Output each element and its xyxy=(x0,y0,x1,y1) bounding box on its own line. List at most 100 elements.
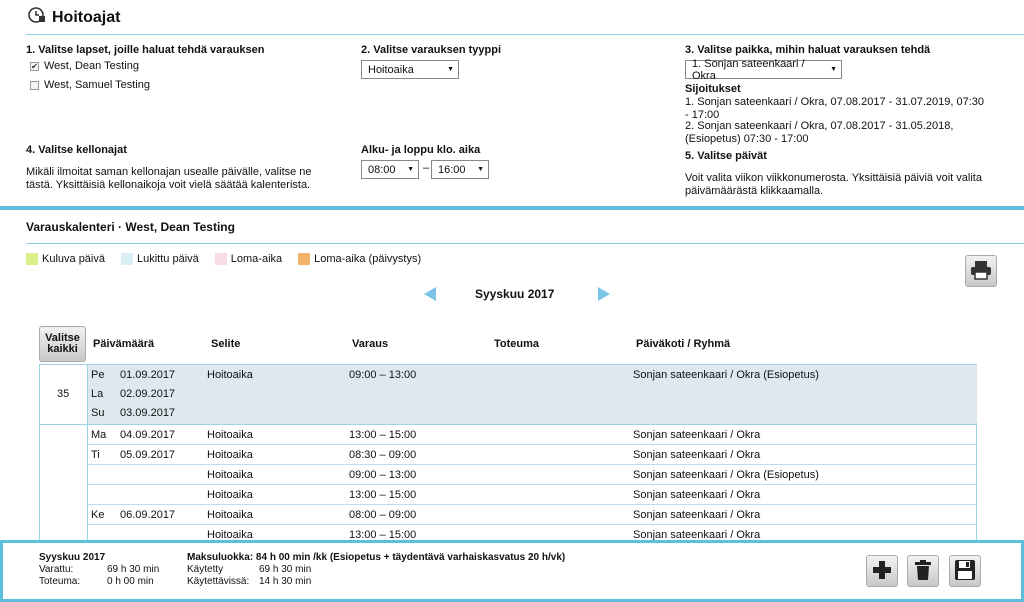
place-label: 3. Valitse paikka, mihin haluat varaukse… xyxy=(685,44,931,56)
unit-cell: Sonjan sateenkaari / Okra xyxy=(633,488,761,501)
reservation-type-select[interactable]: Hoitoaika ▼ xyxy=(361,60,459,79)
child-checkbox[interactable] xyxy=(30,80,39,90)
placements-title: Sijoitukset xyxy=(685,83,741,95)
summary-footer: Syyskuu 2017 Varattu: 69 h 30 min Toteum… xyxy=(0,540,1024,602)
child-name: West, Samuel Testing xyxy=(44,79,150,91)
end-time-value: 16:00 xyxy=(438,163,466,176)
place-value: 1. Sonjan sateenkaari / Okra xyxy=(692,57,805,82)
date-cell[interactable]: 04.09.2017 xyxy=(120,429,175,441)
fee-class: Maksuluokka: 84 h 00 min /kk (Esiopetus … xyxy=(187,552,566,563)
chevron-down-icon: ▼ xyxy=(447,66,454,73)
page-header: Hoitoajat xyxy=(28,6,120,29)
date-cell[interactable]: 03.09.2017 xyxy=(120,407,175,419)
time-cell[interactable]: 09:00 – 13:00 xyxy=(349,469,416,481)
header-divider xyxy=(26,34,1024,35)
unit-cell: Sonjan sateenkaari / Okra xyxy=(633,448,761,461)
type-cell: Hoitoaika xyxy=(207,428,253,441)
table-row[interactable]: Su 03.09.2017 xyxy=(88,403,977,423)
available-value: 14 h 30 min xyxy=(259,576,312,587)
table-row[interactable]: Ke 06.09.2017 Hoitoaika 08:00 – 09:00 So… xyxy=(88,505,977,525)
table-row[interactable]: Ti 05.09.2017 Hoitoaika 08:30 – 09:00 So… xyxy=(88,445,977,465)
time-range-label: Alku- ja loppu klo. aika xyxy=(361,144,481,156)
delete-button[interactable] xyxy=(907,555,939,587)
time-cell[interactable]: 09:00 – 13:00 xyxy=(349,369,416,381)
table-row[interactable]: Hoitoaika 09:00 – 13:00 Sonjan sateenkaa… xyxy=(88,465,977,485)
end-time-select[interactable]: 16:00 ▼ xyxy=(431,160,489,179)
child-checkbox-row[interactable]: West, Samuel Testing xyxy=(30,79,150,91)
child-checkbox[interactable]: ✔ xyxy=(30,61,39,71)
type-cell: Hoitoaika xyxy=(207,369,253,381)
time-cell[interactable]: 08:00 – 09:00 xyxy=(349,509,416,521)
col-unit: Päiväkoti / Ryhmä xyxy=(636,338,731,350)
legend-swatch xyxy=(298,253,311,265)
days-label: 5. Valitse päivät xyxy=(685,150,767,162)
month-label: Syyskuu 2017 xyxy=(475,287,555,301)
printer-icon xyxy=(970,260,992,283)
unit-cell: Sonjan sateenkaari / Okra xyxy=(633,428,761,441)
date-cell[interactable]: 02.09.2017 xyxy=(120,388,175,400)
legend-label: Kuluva päivä xyxy=(42,253,105,265)
section-separator xyxy=(0,206,1024,210)
col-description: Selite xyxy=(211,338,241,350)
reservation-type-label: 2. Valitse varauksen tyyppi xyxy=(361,44,502,56)
child-checkbox-row[interactable]: ✔ West, Dean Testing xyxy=(30,60,139,72)
legend-swatch xyxy=(121,253,133,265)
select-all-button[interactable]: Valitse kaikki xyxy=(39,326,86,362)
type-cell: Hoitoaika xyxy=(207,508,253,521)
placement-2: 2. Sonjan sateenkaari / Okra, 07.08.2017… xyxy=(685,120,954,145)
legend-label: Loma-aika xyxy=(230,253,283,265)
unit-cell: Sonjan sateenkaari / Okra (Esiopetus) xyxy=(633,369,819,381)
day-name: Ma xyxy=(91,428,107,441)
table-row[interactable]: Hoitoaika 13:00 – 15:00 Sonjan sateenkaa… xyxy=(88,485,977,505)
col-date: Päivämäärä xyxy=(93,338,155,350)
day-name: Ke xyxy=(91,508,105,521)
place-select[interactable]: 1. Sonjan sateenkaari / Okra ▼ xyxy=(685,57,842,82)
col-realized: Toteuma xyxy=(494,338,540,350)
unit-cell: Sonjan sateenkaari / Okra xyxy=(633,508,761,521)
unit-cell: Sonjan sateenkaari / Okra (Esiopetus) xyxy=(633,468,819,481)
available-label: Käytettävissä: xyxy=(187,576,250,587)
times-help: Mikäli ilmoitat saman kellonajan usealle… xyxy=(26,166,312,191)
placement-1: 1. Sonjan sateenkaari / Okra, 07.08.2017… xyxy=(685,96,985,121)
chevron-down-icon: ▼ xyxy=(477,166,484,173)
print-button[interactable] xyxy=(965,255,997,287)
reserved-label: Varattu: xyxy=(39,564,74,575)
realized-value: 0 h 00 min xyxy=(107,576,154,587)
times-label: 4. Valitse kellonajat xyxy=(26,144,127,156)
col-reservation: Varaus xyxy=(352,338,389,350)
save-button[interactable] xyxy=(949,555,981,587)
legend: Kuluva päivä Lukittu päivä Loma-aika Lom… xyxy=(26,253,421,265)
calendar-divider xyxy=(26,243,1024,244)
date-cell[interactable]: 05.09.2017 xyxy=(120,449,175,461)
time-cell[interactable]: 13:00 – 15:00 xyxy=(349,489,416,501)
realized-label: Toteuma: xyxy=(39,576,81,587)
days-help: Voit valita viikon viikkonumerosta. Yksi… xyxy=(685,172,982,197)
table-row[interactable]: Pe 01.09.2017 Hoitoaika 09:00 – 13:00 So… xyxy=(88,365,977,385)
clock-icon xyxy=(28,6,46,29)
legend-label: Lukittu päivä xyxy=(137,253,199,265)
footer-month: Syyskuu 2017 xyxy=(39,552,106,563)
week-cell[interactable] xyxy=(39,425,88,540)
add-button[interactable] xyxy=(866,555,898,587)
start-time-value: 08:00 xyxy=(368,163,396,176)
time-cell[interactable]: 13:00 – 15:00 xyxy=(349,429,416,441)
week-number[interactable]: 35 xyxy=(57,388,69,400)
date-cell[interactable]: 06.09.2017 xyxy=(120,509,175,521)
legend-item: Lukittu päivä xyxy=(121,253,199,265)
table-row[interactable]: La 02.09.2017 xyxy=(88,384,977,404)
prev-month-icon[interactable] xyxy=(422,286,438,305)
type-cell: Hoitoaika xyxy=(207,468,253,481)
table-row[interactable]: Ma 04.09.2017 Hoitoaika 13:00 – 15:00 So… xyxy=(88,425,977,445)
save-icon xyxy=(954,559,976,584)
used-value: 69 h 30 min xyxy=(259,564,312,575)
date-cell[interactable]: 01.09.2017 xyxy=(120,369,175,381)
chevron-down-icon: ▼ xyxy=(407,166,414,173)
time-cell[interactable]: 08:30 – 09:00 xyxy=(349,449,416,461)
next-month-icon[interactable] xyxy=(596,286,612,305)
reservation-type-value: Hoitoaika xyxy=(368,63,414,76)
time-dash: – xyxy=(423,162,430,174)
legend-label: Loma-aika (päivystys) xyxy=(314,253,422,265)
child-name: West, Dean Testing xyxy=(44,60,139,72)
start-time-select[interactable]: 08:00 ▼ xyxy=(361,160,419,179)
chevron-down-icon: ▼ xyxy=(830,66,837,73)
